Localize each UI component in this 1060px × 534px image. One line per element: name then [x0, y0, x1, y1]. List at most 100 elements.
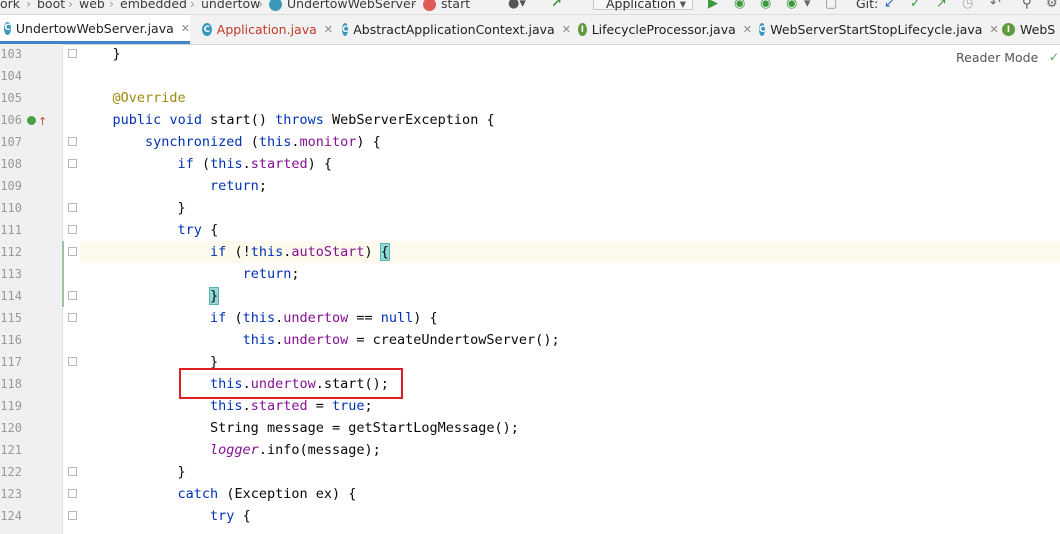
line-number: 112: [0, 245, 22, 259]
tab-web-server[interactable]: I WebS: [998, 15, 1060, 44]
fold-marker-icon[interactable]: [68, 247, 77, 256]
code-line-108[interactable]: if (this.started) {: [80, 153, 332, 175]
fold-marker-icon[interactable]: [68, 203, 77, 212]
tab-undertow-web-server[interactable]: C UndertowWebServer.java ✕: [0, 15, 190, 44]
code-line-120[interactable]: String message = getStartLogMessage();: [80, 417, 519, 439]
override-arrow-icon[interactable]: ↑: [38, 115, 47, 128]
code-line-115[interactable]: if (this.undertow == null) {: [80, 307, 438, 329]
keyword: this: [210, 398, 243, 414]
run-configuration-dropdown[interactable]: Application ▾: [593, 0, 693, 11]
keyword: if: [177, 156, 194, 172]
code-line-109[interactable]: return;: [80, 175, 267, 197]
profile-icon[interactable]: ◉: [786, 0, 797, 11]
token: }: [112, 46, 121, 62]
more-run-options-icon[interactable]: ▾: [804, 0, 811, 11]
coverage-icon[interactable]: ◉: [760, 0, 771, 11]
keyword: public: [112, 112, 162, 128]
code-line-105[interactable]: @Override: [80, 87, 186, 109]
tab-web-server-start-stop-lifecycle[interactable]: C WebServerStartStopLifecycle.java ✕: [755, 15, 999, 44]
keyword: this: [250, 244, 284, 260]
line-number: 116: [0, 333, 22, 347]
token: (Exception ex) {: [218, 486, 357, 502]
line-number: 109: [0, 179, 22, 193]
rollback-icon[interactable]: ↶: [990, 0, 1001, 11]
code-line-112[interactable]: if (!this.autoStart) {: [80, 241, 390, 263]
code-line-107[interactable]: synchronized (this.monitor) {: [80, 131, 381, 153]
code-line-123[interactable]: catch (Exception ex) {: [80, 483, 357, 505]
breadcrumb-separator: ›: [68, 0, 73, 11]
token: .: [242, 156, 251, 172]
search-icon[interactable]: ⚲: [1022, 0, 1032, 11]
keyword: return: [210, 178, 259, 194]
fold-marker-icon[interactable]: [68, 467, 77, 476]
field: undertow: [283, 332, 349, 348]
hammer-icon[interactable]: ↗: [551, 0, 562, 11]
token: .: [242, 398, 251, 414]
inspection-ok-icon[interactable]: ✓: [1049, 50, 1059, 64]
tab-label: WebServerStartStopLifecycle.java: [770, 22, 983, 37]
fold-marker-icon[interactable]: [68, 313, 77, 322]
code-line-122[interactable]: }: [80, 461, 186, 483]
vcs-change-marker[interactable]: [62, 241, 64, 307]
brace-match-highlight: {: [379, 243, 390, 261]
git-commit-icon[interactable]: ✓: [910, 0, 921, 11]
tab-abstract-application-context[interactable]: C AbstractApplicationContext.java ✕: [338, 15, 571, 44]
fold-marker-icon[interactable]: [68, 159, 77, 168]
code-line-111[interactable]: try {: [80, 219, 219, 241]
close-icon[interactable]: ✕: [181, 22, 190, 35]
fold-marker-icon[interactable]: [68, 511, 77, 520]
reader-mode-toggle[interactable]: Reader Mode: [956, 50, 1038, 65]
fold-marker-icon[interactable]: [68, 489, 77, 498]
breadcrumb-item-undertow[interactable]: undertow: [201, 0, 260, 11]
breadcrumb-item-class[interactable]: UndertowWebServer: [287, 0, 416, 11]
code-line-124[interactable]: try {: [80, 505, 251, 527]
line-number: 103: [0, 47, 22, 61]
breadcrumb-separator: ›: [258, 0, 263, 11]
tab-lifecycle-processor[interactable]: I LifecycleProcessor.java ✕: [574, 15, 752, 44]
code-line-121[interactable]: logger.info(message);: [80, 439, 381, 461]
close-icon[interactable]: ✕: [562, 23, 571, 36]
git-update-icon[interactable]: ↙: [884, 0, 895, 11]
keyword: this: [242, 332, 276, 348]
debug-icon[interactable]: ◉: [734, 0, 745, 11]
brace-match-highlight: }: [209, 287, 220, 305]
code-line-110[interactable]: }: [80, 197, 186, 219]
line-number: 118: [0, 377, 22, 391]
breadcrumb-item-embedded[interactable]: embedded: [120, 0, 187, 11]
fold-marker-icon[interactable]: [68, 49, 77, 58]
line-number: 108: [0, 157, 22, 171]
code-line-103[interactable]: }: [80, 43, 121, 65]
breadcrumb-item-web[interactable]: web: [79, 0, 105, 11]
tab-application[interactable]: C Application.java ✕: [198, 15, 333, 44]
line-number: 115: [0, 311, 22, 325]
close-icon[interactable]: ✕: [324, 23, 333, 36]
stop-icon[interactable]: ▢: [825, 0, 837, 11]
user-icon[interactable]: ●▾: [508, 0, 526, 11]
breadcrumb-item-method[interactable]: start: [441, 0, 470, 11]
token: ): [364, 244, 381, 260]
tab-label: WebS: [1020, 22, 1056, 37]
code-line-116[interactable]: this.undertow = createUndertowServer();: [80, 329, 560, 351]
token: String message = getStartLogMessage();: [210, 420, 519, 436]
line-number: 105: [0, 91, 22, 105]
code-line-113[interactable]: return;: [80, 263, 300, 285]
fold-marker-icon[interactable]: [68, 291, 77, 300]
fold-marker-icon[interactable]: [68, 225, 77, 234]
history-icon[interactable]: ◷: [962, 0, 973, 11]
code-line-106[interactable]: public void start() throws WebServerExce…: [80, 109, 495, 131]
token: ;: [291, 266, 300, 282]
implements-method-icon[interactable]: [27, 116, 36, 125]
settings-icon[interactable]: ⚙: [1046, 0, 1058, 11]
token: }: [177, 200, 186, 216]
git-push-icon[interactable]: ↗: [936, 0, 947, 11]
run-icon[interactable]: ▶: [708, 0, 718, 11]
breadcrumb-item-org[interactable]: ork: [0, 0, 20, 11]
breadcrumb-item-boot[interactable]: boot: [37, 0, 65, 11]
interface-icon: I: [578, 23, 587, 36]
close-icon[interactable]: ✕: [743, 23, 752, 36]
token: {: [234, 508, 251, 524]
tab-label: LifecycleProcessor.java: [591, 22, 736, 37]
code-line-114[interactable]: }: [80, 285, 220, 307]
fold-marker-icon[interactable]: [68, 357, 77, 366]
fold-marker-icon[interactable]: [68, 137, 77, 146]
